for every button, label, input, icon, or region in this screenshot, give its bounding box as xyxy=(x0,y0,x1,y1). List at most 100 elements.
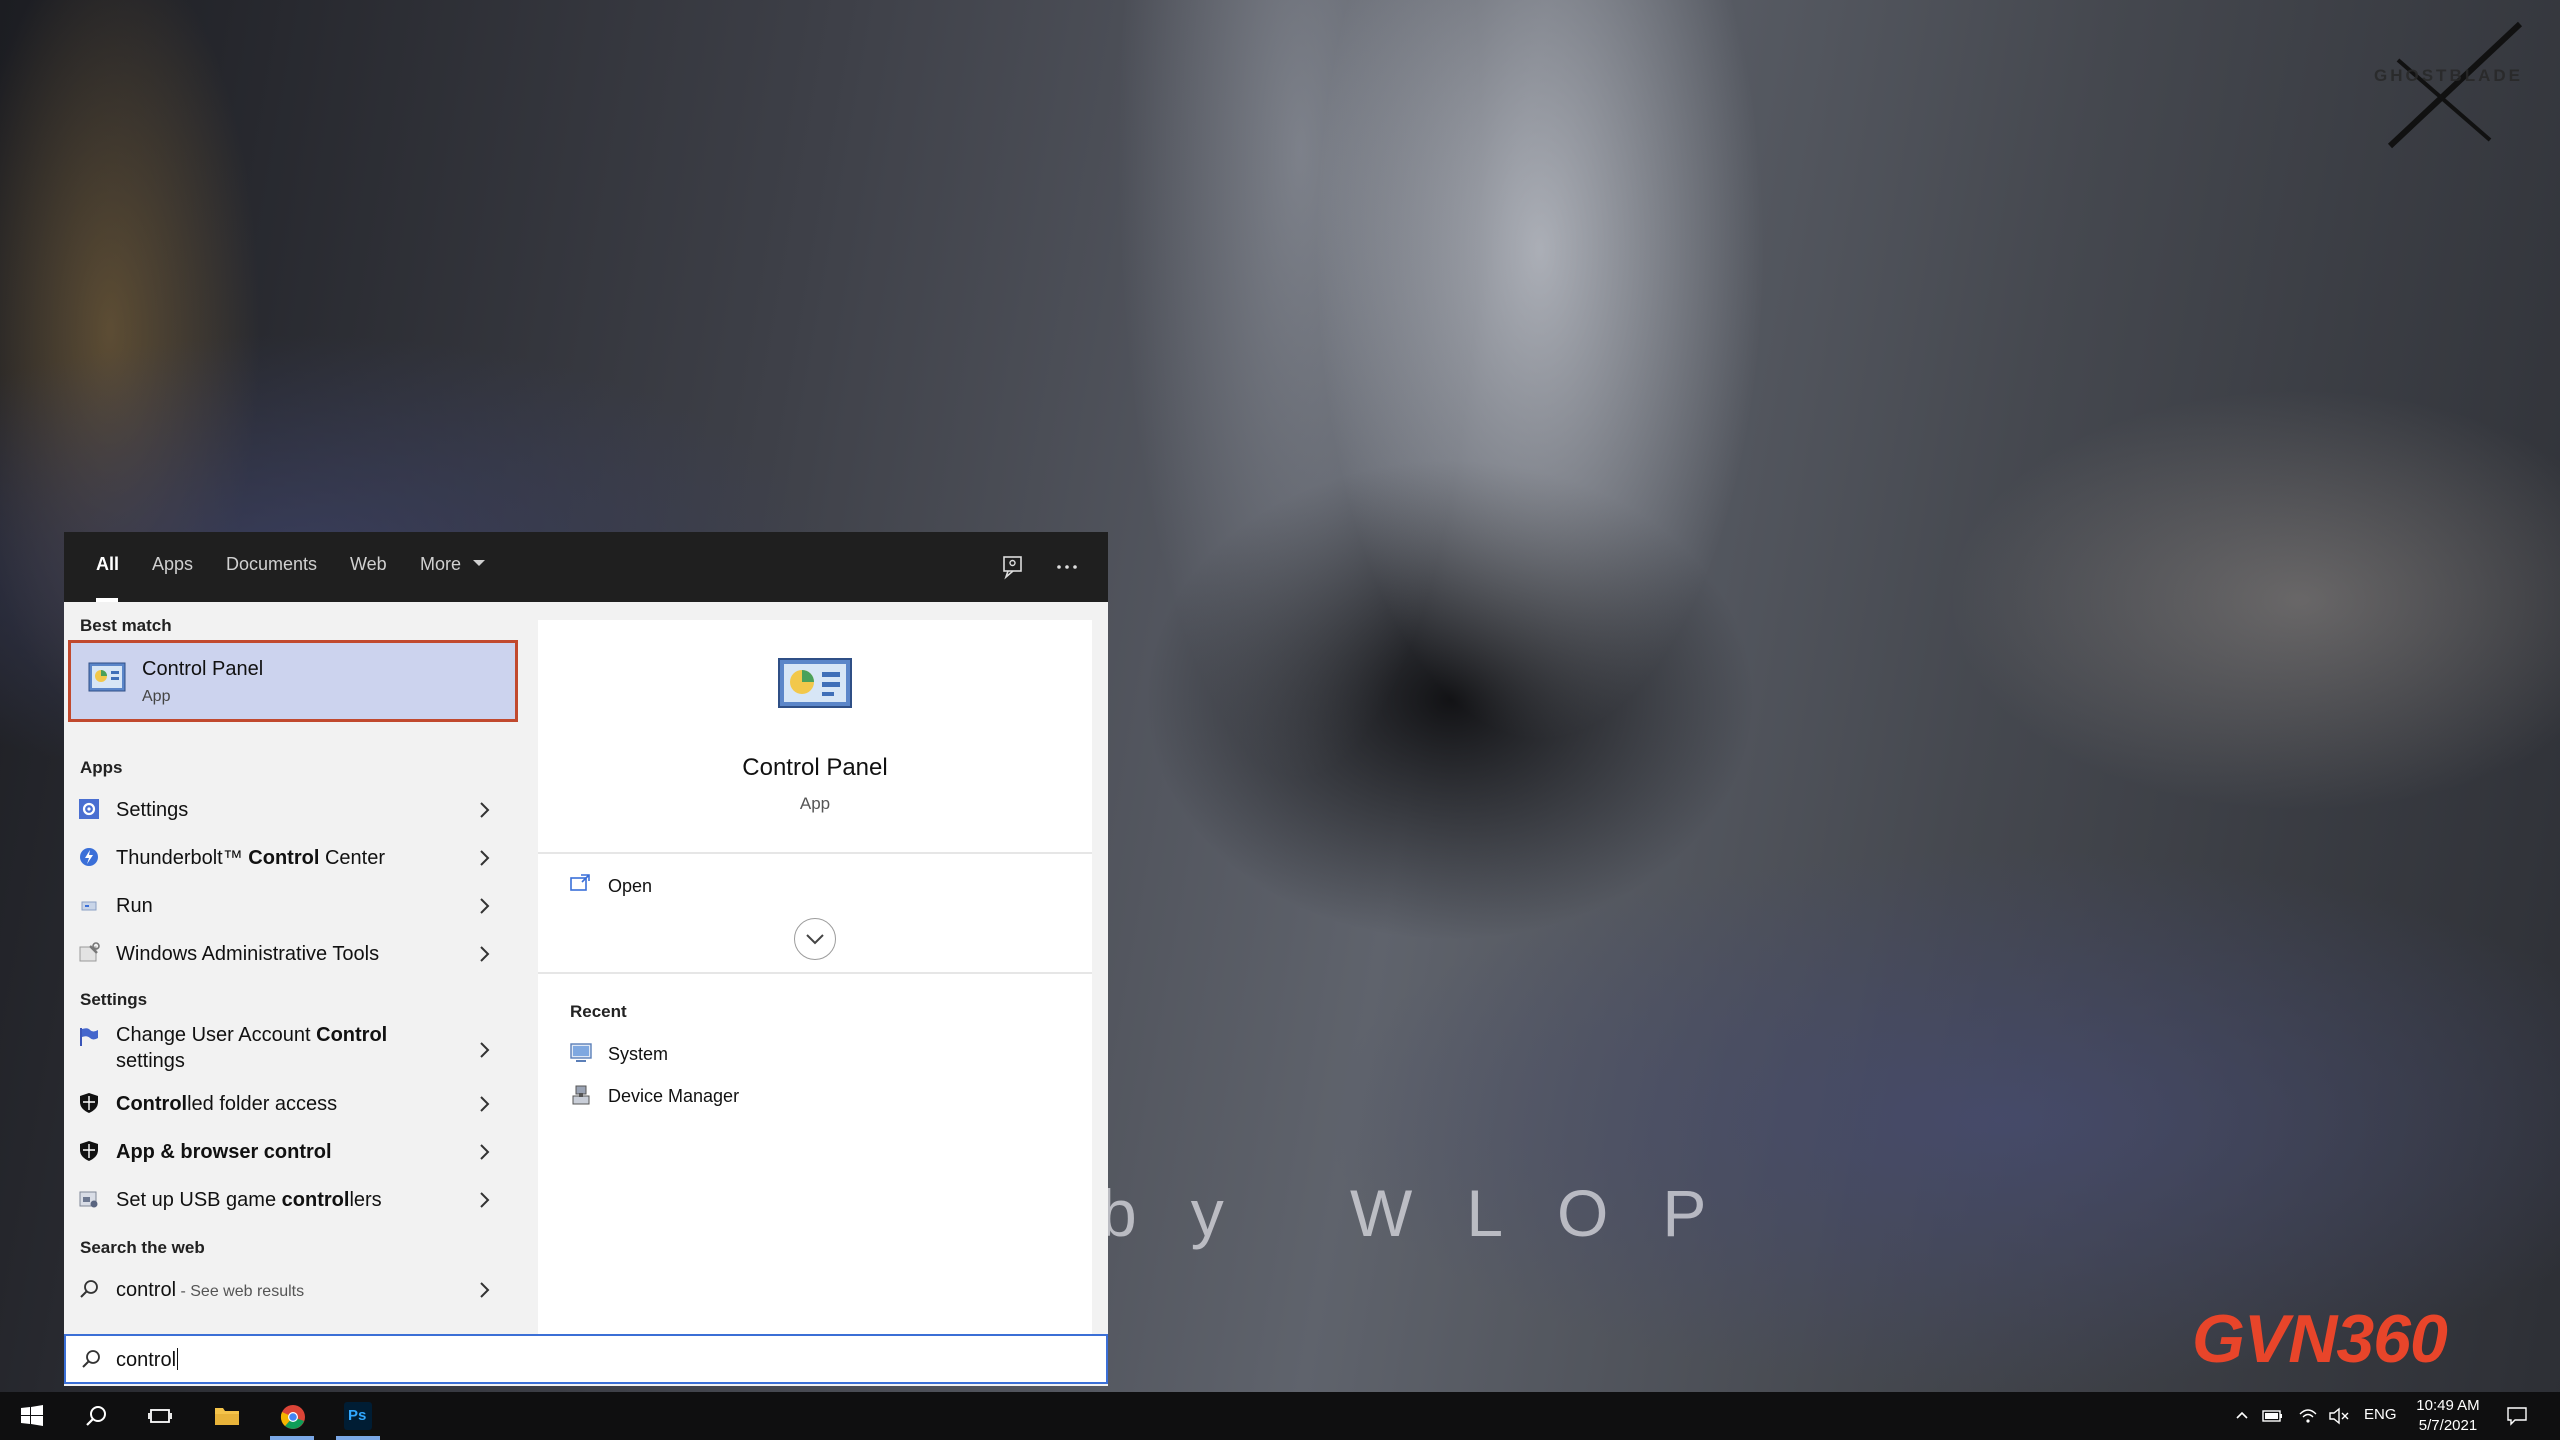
open-window-icon xyxy=(570,874,590,891)
tab-all[interactable]: All xyxy=(96,554,119,575)
chevron-right-icon[interactable] xyxy=(478,800,492,820)
app-result-run[interactable]: Run xyxy=(64,882,522,930)
chevron-right-icon[interactable] xyxy=(478,1280,492,1300)
chrome-icon xyxy=(280,1405,305,1429)
web-search-result[interactable]: control - See web results xyxy=(64,1266,522,1314)
taskbar-search-button[interactable] xyxy=(64,1392,128,1440)
running-indicator xyxy=(336,1436,380,1440)
uac-flag-icon xyxy=(80,1028,98,1046)
tab-documents[interactable]: Documents xyxy=(226,554,317,575)
recent-item-device-manager[interactable]: Device Manager xyxy=(570,1082,870,1112)
shield-icon xyxy=(80,1141,98,1161)
chevron-right-icon[interactable] xyxy=(478,1190,492,1210)
setting-result-app-browser[interactable]: App & browser control xyxy=(64,1128,522,1176)
start-button[interactable] xyxy=(0,1392,64,1440)
recent-item-label: System xyxy=(608,1044,669,1064)
notifications-icon[interactable] xyxy=(2506,1405,2528,1427)
setting-result-usb-controllers[interactable]: Set up USB game controllers xyxy=(64,1176,522,1224)
chevron-right-icon[interactable] xyxy=(478,896,492,916)
chrome-button[interactable] xyxy=(260,1392,324,1440)
search-filter-tabs: All Apps Documents Web More xyxy=(64,532,1108,602)
shield-icon xyxy=(80,1093,98,1113)
more-options-icon[interactable] xyxy=(1052,552,1082,582)
task-view-button[interactable] xyxy=(128,1392,192,1440)
running-indicator xyxy=(270,1436,314,1440)
detail-pane: Control Panel App Open Recent System Dev… xyxy=(538,620,1092,1380)
expand-button[interactable] xyxy=(794,918,836,960)
search-panel: All Apps Documents Web More Best match C… xyxy=(64,532,1108,1386)
chevron-right-icon[interactable] xyxy=(478,1094,492,1114)
battery-icon[interactable] xyxy=(2262,1408,2284,1424)
web-suffix: - See web results xyxy=(176,1283,305,1300)
detail-subtitle: App xyxy=(799,794,831,813)
chevron-right-icon[interactable] xyxy=(478,1040,492,1060)
tab-web[interactable]: Web xyxy=(350,554,387,575)
result-label: Thunderbolt™ Control Center xyxy=(116,847,385,869)
divider xyxy=(538,972,1092,974)
result-label: Controlled folder access xyxy=(116,1093,338,1115)
detail-title: Control Panel xyxy=(742,754,888,781)
divider xyxy=(538,852,1092,854)
section-apps: Apps xyxy=(80,758,123,777)
photoshop-label: Ps xyxy=(348,1407,367,1424)
result-label: Change User Account Control settings xyxy=(116,1024,388,1072)
best-match-subtitle: App xyxy=(142,688,171,705)
settings-gear-icon xyxy=(79,799,99,819)
result-label: Windows Administrative Tools xyxy=(116,943,380,965)
tab-apps[interactable]: Apps xyxy=(152,554,193,575)
clock-date: 5/7/2021 xyxy=(2418,1417,2478,1434)
run-icon xyxy=(81,901,97,911)
corner-logo-text: GHOSTBLADE xyxy=(2374,66,2523,85)
search-input[interactable]: control xyxy=(64,1334,1108,1384)
result-label: Settings xyxy=(116,799,189,821)
result-label: Set up USB game controllers xyxy=(116,1189,382,1211)
best-match-control-panel[interactable]: Control Panel App xyxy=(68,640,518,722)
file-explorer-button[interactable] xyxy=(194,1392,258,1440)
brand-watermark: GVN360 xyxy=(2192,1301,2448,1377)
clock[interactable]: 10:49 AM 5/7/2021 xyxy=(2406,1396,2490,1436)
search-icon xyxy=(80,1280,98,1298)
feedback-icon[interactable] xyxy=(998,552,1028,582)
wifi-icon[interactable] xyxy=(2298,1407,2318,1425)
wallpaper-signature: by WLOP xyxy=(1100,1176,1761,1250)
chevron-down-icon xyxy=(806,934,824,945)
taskbar: Ps ENG 10:49 AM 5/7/2021 xyxy=(0,1392,2560,1440)
tab-more-label: More xyxy=(420,554,462,574)
section-settings: Settings xyxy=(80,990,148,1009)
search-query-text: control xyxy=(116,1348,179,1371)
text-caret xyxy=(177,1348,179,1370)
search-icon xyxy=(82,1350,100,1368)
clock-time: 10:49 AM xyxy=(2416,1397,2480,1414)
folder-icon xyxy=(215,1408,239,1425)
chevron-right-icon[interactable] xyxy=(478,848,492,868)
result-label: Run xyxy=(116,895,153,917)
system-icon xyxy=(570,1043,592,1062)
app-result-settings[interactable]: Settings xyxy=(64,786,522,834)
language-indicator[interactable]: ENG xyxy=(2364,1406,2397,1423)
photoshop-icon: Ps xyxy=(344,1402,372,1430)
setting-result-uac[interactable]: Change User Account Control settings xyxy=(64,1018,522,1080)
section-search-web: Search the web xyxy=(80,1238,205,1257)
photoshop-button[interactable]: Ps xyxy=(326,1392,390,1440)
result-label: control - See web results xyxy=(116,1279,305,1301)
app-result-admin-tools[interactable]: Windows Administrative Tools xyxy=(64,930,522,978)
best-match-title: Control Panel xyxy=(142,658,264,680)
windows-logo-icon xyxy=(21,1405,43,1426)
control-panel-large-icon xyxy=(778,658,852,708)
chevron-up-icon[interactable] xyxy=(2234,1408,2250,1424)
section-best-match: Best match xyxy=(80,616,172,635)
recent-item-system[interactable]: System xyxy=(570,1040,870,1070)
control-panel-icon xyxy=(88,662,126,692)
chevron-right-icon[interactable] xyxy=(478,944,492,964)
setting-result-folder-access[interactable]: Controlled folder access xyxy=(64,1080,522,1128)
tab-more[interactable]: More xyxy=(420,554,486,575)
volume-muted-icon[interactable] xyxy=(2328,1407,2350,1425)
results-list: Best match Control Panel App Apps Settin… xyxy=(64,602,522,1322)
recent-item-label: Device Manager xyxy=(608,1086,740,1106)
open-label: Open xyxy=(608,876,653,896)
recent-header: Recent xyxy=(570,1002,627,1021)
device-manager-icon xyxy=(572,1085,590,1105)
chevron-right-icon[interactable] xyxy=(478,1142,492,1162)
open-action[interactable]: Open xyxy=(570,870,870,904)
app-result-thunderbolt[interactable]: Thunderbolt™ Control Center xyxy=(64,834,522,882)
